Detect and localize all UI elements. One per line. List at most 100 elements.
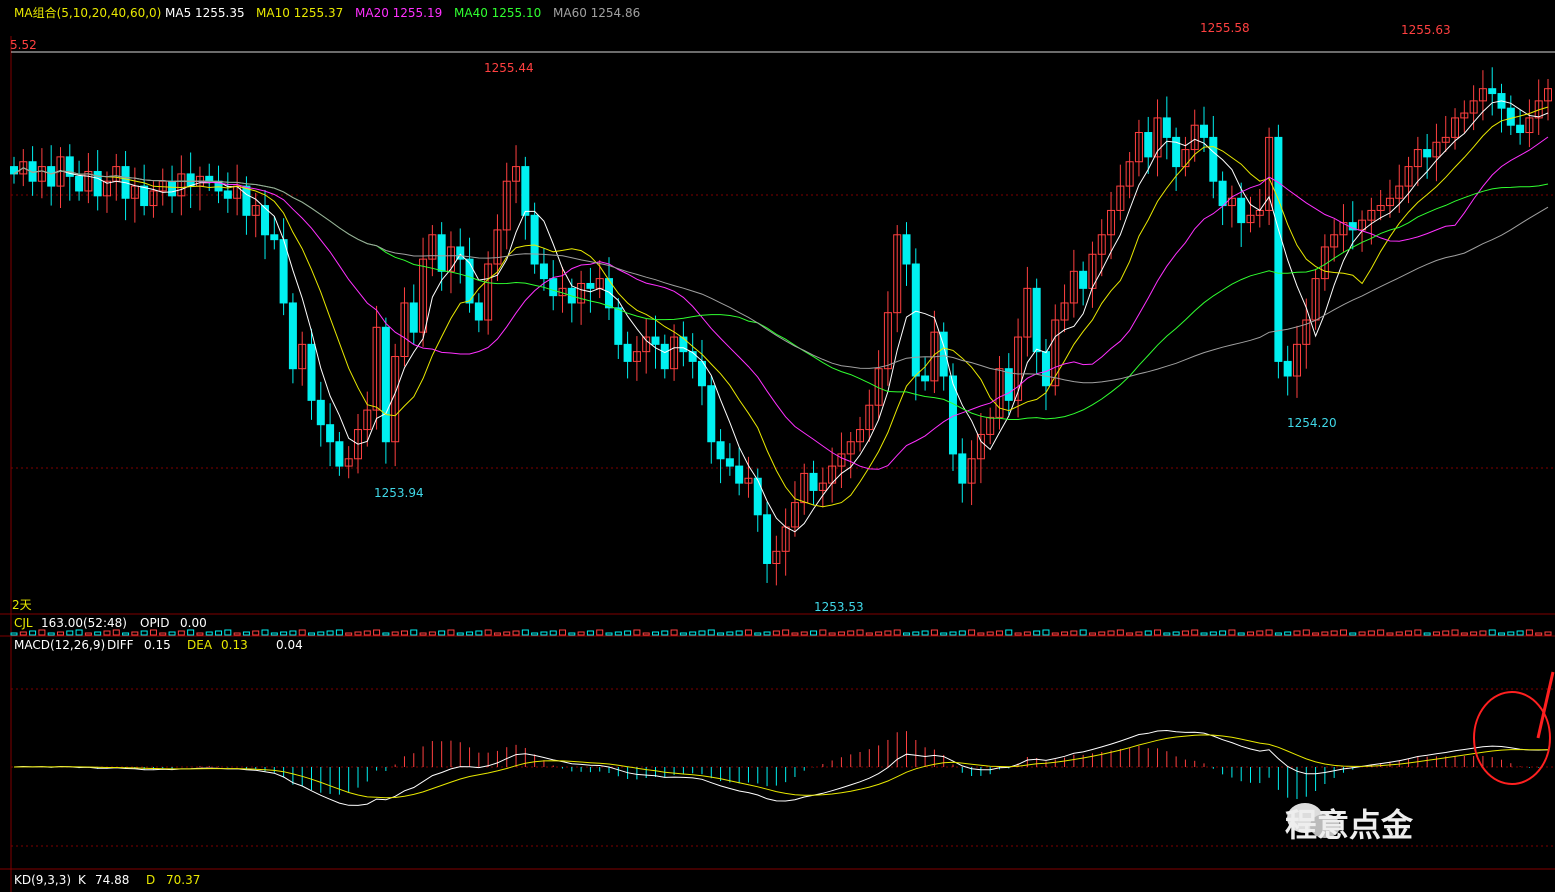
candle-body [242,185,251,216]
volume-bar [912,631,920,636]
volume-bar [1070,630,1078,636]
volume-bar [1228,629,1236,636]
candle-body [521,166,530,216]
candle-body [753,477,762,516]
candle-body [316,399,325,426]
volume-bar [940,632,948,636]
volume-bar [47,632,55,636]
vol-name: CJL [14,616,33,630]
volume-bar [1209,631,1217,636]
price-axis-label: 5.52 [10,38,37,52]
candle-body [223,190,232,199]
candle-body [921,375,930,382]
volume-bar [559,629,567,636]
volume-bar [1191,629,1199,636]
volume-bar [1479,630,1487,636]
volume-bar [1293,630,1301,636]
volume-bar [484,629,492,636]
volume-bar [642,632,650,636]
kd-d-value: 70.37 [166,873,201,887]
volume-bar [986,631,994,636]
volume-bar [1507,631,1515,636]
candle-body [1488,88,1497,95]
volume-bar [215,630,223,636]
volume-bar [335,629,343,636]
volume-bar [177,630,185,636]
volume-bar [1312,632,1320,636]
candle-body [335,441,344,467]
volume-bar [772,630,780,636]
candle-body [288,302,297,370]
volume-bar [280,631,288,636]
candle-body [660,343,669,370]
volume-bar [159,632,167,636]
volume-bar [707,629,715,636]
volume-bar [875,631,883,636]
macd-dea-value: 0.13 [221,638,248,652]
candle-body [530,214,539,265]
candle-body [549,278,558,297]
volume-bar [103,630,111,636]
volume-bar [289,630,297,636]
ma5-label: MA5 1255.35 [165,6,245,20]
volume-bar [679,632,687,636]
volume-bar [1163,632,1171,636]
volume-bar [326,630,334,636]
volume-bar [1451,629,1459,636]
volume-bar [1423,632,1431,636]
volume-bar [38,629,46,636]
candle-body [75,175,84,192]
annot-low-2: 1253.53 [814,600,864,614]
volume-bar [903,632,911,636]
volume-bar [782,629,790,636]
volume-bar [865,632,873,636]
volume-bar [466,631,474,636]
volume-bar [1339,629,1347,636]
candle-body [809,472,818,491]
volume-bar [1172,631,1180,636]
candle-body [707,385,716,443]
volume-bar [735,630,743,636]
volume-bar [949,631,957,636]
volume-bar [893,629,901,636]
volume-bar [1386,632,1394,636]
volume-bar [1042,629,1050,636]
macd-name: MACD(12,26,9) [14,638,106,652]
candle-body [1209,136,1218,182]
candle-body [911,263,920,377]
ma-group-label: MA组合(5,10,20,40,60,0) [14,6,162,20]
volume-bar [400,630,408,636]
candle-body [623,343,632,362]
annot-high-1: 1255.44 [484,61,534,75]
macd-diff-line [13,729,1549,806]
candle-body [539,263,548,280]
volume-bar [382,632,390,636]
volume-bar [930,629,938,636]
volume-bar [717,632,725,636]
volume-bar [586,630,594,636]
volume-bar [1516,630,1524,636]
volume-bar [1088,632,1096,636]
volume-bar [1135,631,1143,636]
annot-low-1: 1253.94 [374,486,424,500]
volume-bar [1284,631,1292,636]
volume-bar [187,629,195,636]
candle-body [651,336,660,345]
highlight-arrow [1536,671,1555,739]
volume-bar [754,632,762,636]
candle-body [1032,287,1041,353]
volume-bar [1498,632,1506,636]
volume-bar [1330,630,1338,636]
candle-body [1283,360,1292,377]
volume-bar [1256,630,1264,636]
candle-body [763,514,772,564]
volume-bar [1367,630,1375,636]
candle-body [958,453,967,484]
candle-body [186,173,195,187]
candle-body [326,424,335,443]
volume-bar [224,629,232,636]
volume-bar [363,630,371,636]
volume-bar [791,632,799,636]
volume-bar [828,632,836,636]
volume-bar [1442,630,1450,636]
